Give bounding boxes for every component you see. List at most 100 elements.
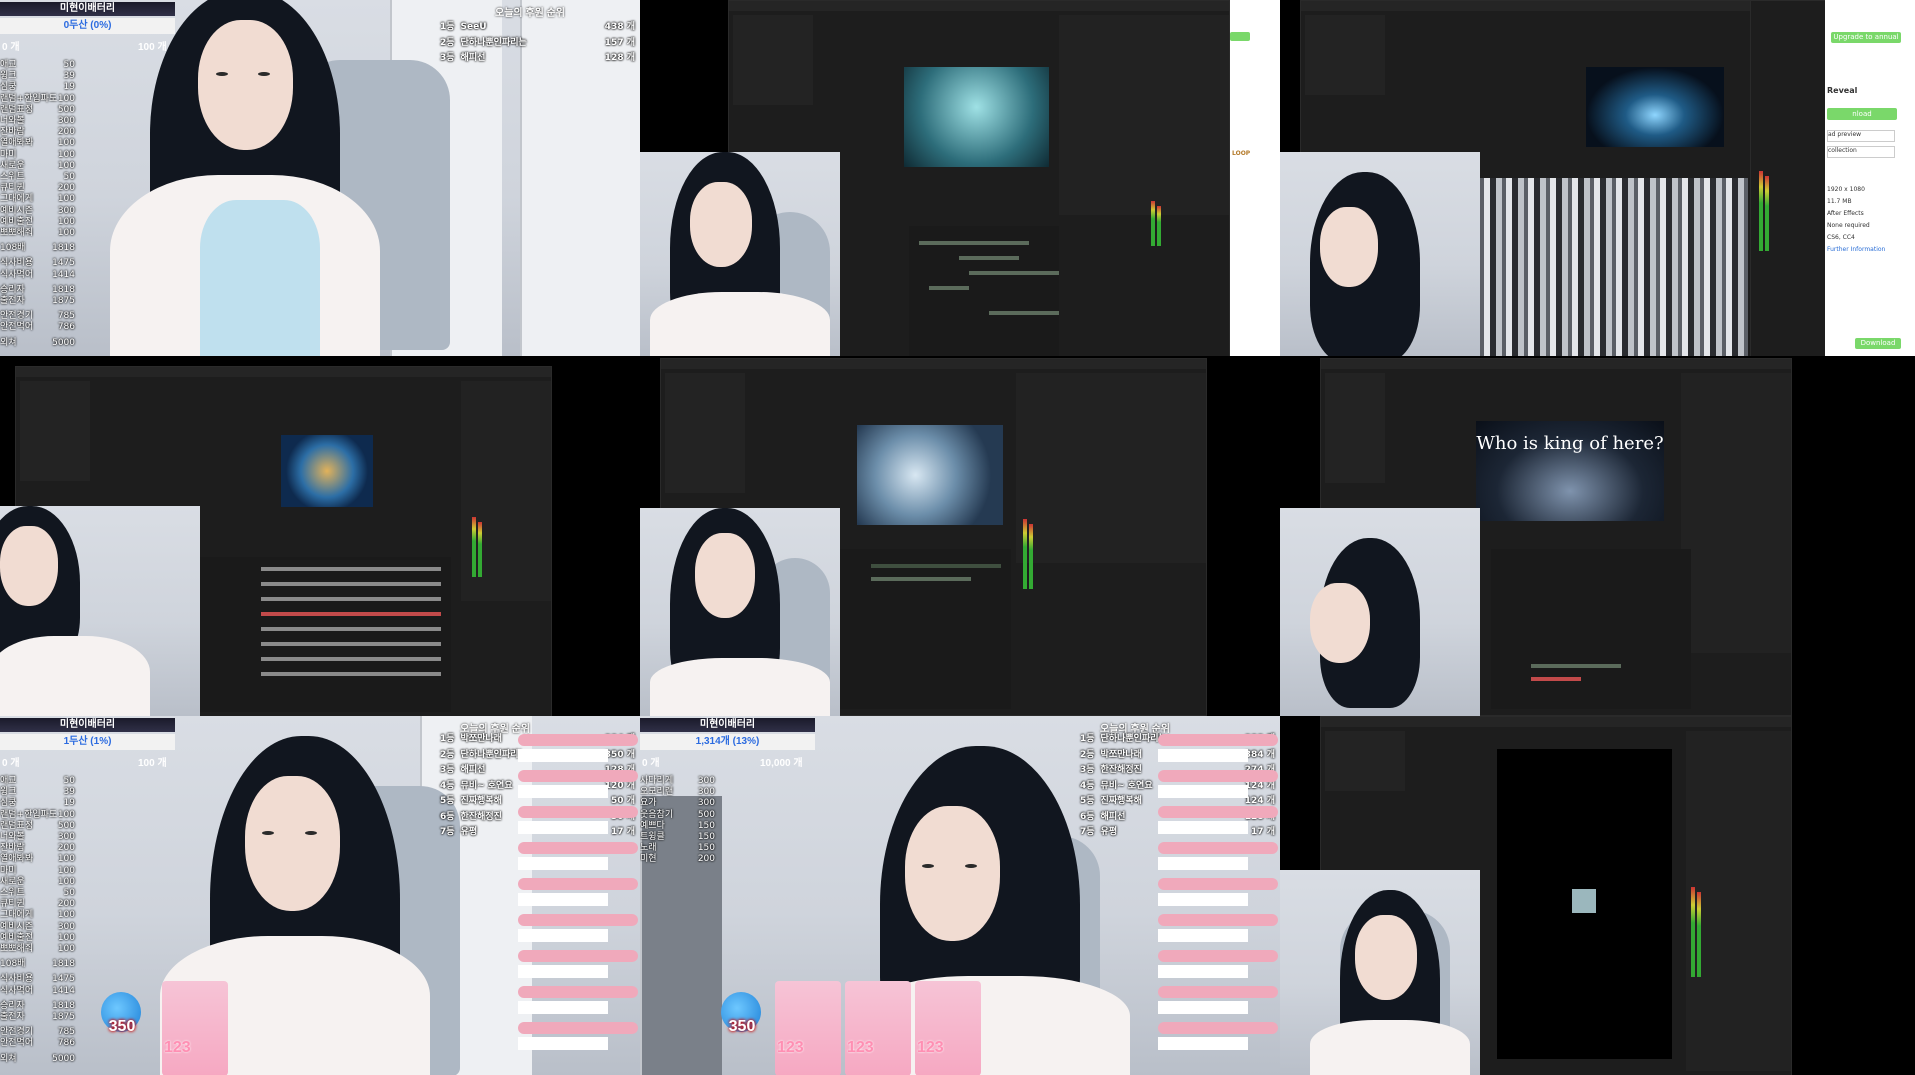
tile-stream-cam-7[interactable]: 미현이배터리 1두산 (1%) 0 개 100 개 애교 50 윙크 39 심쿵 19 랜덤… (0, 716, 640, 1075)
menu-item-value: 5000 (52, 1053, 75, 1064)
rank-name: 해피선 (460, 53, 486, 63)
tile-ae-screen-9[interactable] (1280, 716, 1915, 1075)
overlay-title: 미현이배터리 (640, 718, 815, 732)
chat-message (518, 842, 638, 876)
menu-item: 예쁘다 150 (640, 821, 715, 832)
tile-ae-screen-6[interactable]: Who is king of here? (1280, 356, 1915, 716)
menu-item: 랜덤+한입파도 100 (0, 810, 75, 821)
tile-ae-screen-3[interactable]: Upgrade to annual Reveal nload ad previe… (1280, 0, 1915, 356)
tile-stream-cam-1[interactable]: 미현이배터리 0두산 (0%) 0 개 100 개 애교 50 윙크 39 심쿵 19 랜덤… (0, 0, 640, 356)
download-row[interactable]: nload (1827, 108, 1897, 120)
menu-item: 미현 200 (640, 854, 715, 865)
menu-item: 안전경기 785 (0, 311, 75, 322)
menu-item-value: 50 (63, 776, 75, 786)
cam-pip (1280, 508, 1480, 716)
tile-ae-screen-4[interactable] (0, 356, 640, 716)
cam-pip (0, 506, 200, 716)
menu-item-value: 500 (57, 104, 75, 115)
menu-item: 스위트 50 (0, 172, 75, 183)
menu-item: 애교 50 (0, 60, 75, 71)
upgrade-button[interactable]: Upgrade to annual (1831, 32, 1901, 43)
preview-row[interactable]: ad preview (1827, 130, 1895, 142)
goal-progress: 1,314개 (13%) (640, 734, 815, 750)
menu-item: 스위트 50 (0, 888, 75, 899)
menu-item: 노래 150 (640, 843, 715, 854)
tile-ae-screen-2[interactable]: LOOP (640, 0, 1280, 356)
menu-item-label: 오모리랜 (640, 787, 674, 798)
menu-item-label: 예비시즌 (0, 205, 34, 216)
menu-item: 웃음참기 500 (640, 810, 715, 821)
menu-item-label: 108배 (0, 243, 26, 254)
chat-message (1158, 1022, 1278, 1056)
menu-item-value: 300 (697, 776, 715, 786)
menu-item: 108배 1818 (0, 243, 75, 254)
menu-item-value: 150 (697, 843, 715, 854)
menu-item-label: 윙크 (0, 71, 17, 82)
chat-message (1158, 950, 1278, 984)
menu-item-value: 100 (57, 910, 75, 921)
collection-row[interactable]: collection (1827, 146, 1895, 158)
download-button[interactable]: Download (1855, 338, 1901, 349)
menu-item: 예비출전 100 (0, 933, 75, 944)
menu-item-label: 애교 (0, 776, 17, 786)
menu-item: 식사먹어 1414 (0, 986, 75, 997)
menu-item: 그대에게 100 (0, 910, 75, 921)
menu-item-label: 새로운 (0, 876, 25, 887)
menu-item-value: 1414 (52, 985, 75, 996)
menu-item-label: 뽀뽀해줘 (0, 944, 34, 955)
rank-pos: 1등 (440, 734, 455, 744)
rank-pos: 6등 (1080, 811, 1095, 822)
menu-item-value: 100 (57, 216, 75, 227)
menu-item-label: 108배 (0, 959, 26, 970)
card-number: 123 (164, 1039, 191, 1056)
menu-item-value: 100 (57, 194, 75, 205)
menu-item: 안전경기 785 (0, 1027, 75, 1038)
range-min: 0 개 (642, 758, 660, 769)
menu-item-label: 출전자 (0, 296, 25, 307)
mission-menu: 사다리게 300 오모리랜 300 요가 300 웃음참기 500 예쁘다 150 트윙클 150 노래… (640, 776, 715, 866)
cam-pip (640, 152, 840, 356)
menu-item-label: 안전경기 (0, 311, 34, 322)
chat-message (518, 878, 638, 912)
menu-item-label: 너와볼 (0, 832, 25, 843)
menu-item-label: 애교 (0, 60, 17, 70)
rank-pos: 2등 (440, 749, 455, 760)
menu-item-label: 승리자 (0, 284, 25, 295)
menu-item: 열애봐봐 100 (0, 854, 75, 865)
menu-item-value: 100 (57, 809, 75, 820)
item-detail[interactable]: Further Information (1827, 246, 1885, 253)
menu-item-value: 100 (57, 160, 75, 171)
menu-item: 승리자 1818 (0, 285, 75, 296)
menu-item-label: 출전자 (0, 1012, 25, 1023)
menu-item: 식사비용 1475 (0, 974, 75, 985)
menu-item-label: 트윙클 (640, 832, 665, 843)
rank-pos: 5등 (1080, 796, 1095, 806)
menu-item: 심쿵 19 (0, 82, 75, 93)
menu-item-value: 150 (697, 820, 715, 831)
rank-pos: 4등 (1080, 780, 1095, 791)
cam-pip (640, 508, 840, 716)
goal-progress: 0두산 (0%) (0, 18, 175, 34)
menu-item: 식사먹어 1414 (0, 270, 75, 281)
chat-message (518, 734, 638, 768)
tile-ae-screen-5[interactable] (640, 356, 1280, 716)
menu-item-label: 랜덤+한입파도 (0, 809, 58, 820)
menu-item: 마미 100 (0, 866, 75, 877)
menu-item-value: 300 (57, 832, 75, 843)
menu-item-value: 50 (63, 888, 75, 899)
menu-item-value: 1875 (52, 296, 75, 307)
menu-item: 랜덤표정 500 (0, 105, 75, 116)
composition-preview (1586, 67, 1724, 147)
menu-item-value: 19 (63, 82, 75, 93)
menu-item-value: 100 (57, 932, 75, 943)
menu-item: 잔바람 200 (0, 843, 75, 854)
menu-item-value: 300 (57, 205, 75, 216)
chat-message (518, 986, 638, 1020)
tile-stream-cam-8[interactable]: 미현이배터리 1,314개 (13%) 0 개 10,000 개 사다리게 300… (640, 716, 1280, 1075)
menu-item-value: 500 (57, 820, 75, 831)
chat-message (1158, 878, 1278, 912)
menu-item: 외쳐 5000 (0, 1054, 75, 1065)
menu-item-label: 뽀뽀해줘 (0, 228, 34, 239)
menu-item: 108배 1818 (0, 959, 75, 970)
menu-item-value: 1818 (52, 243, 75, 254)
